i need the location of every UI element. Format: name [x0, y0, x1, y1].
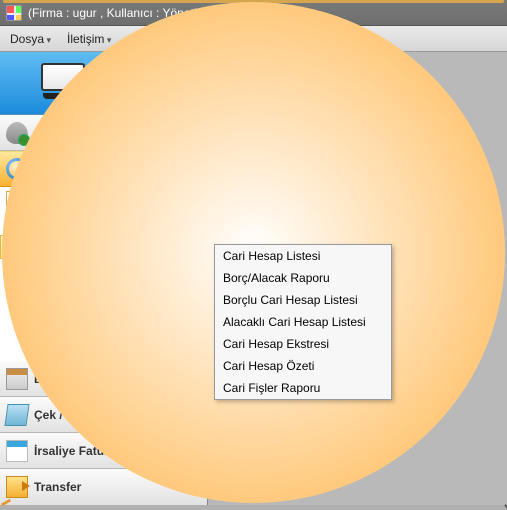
- app-window-icon: [6, 5, 22, 21]
- cari-raporlari-flyout: Cari Hesap Listesi Borç/Alacak Raporu Bo…: [214, 244, 392, 400]
- flyout-item-label: Cari Hesap Özeti: [223, 359, 314, 373]
- flyout-item[interactable]: Cari Fişler Raporu: [215, 377, 391, 399]
- cek-icon: [4, 404, 29, 426]
- flyout-item[interactable]: Borçlu Cari Hesap Listesi: [215, 289, 391, 311]
- irsaliye-icon: [6, 440, 28, 462]
- sidebar: PC POS Stok Cari Cari Kartlar Cari Fişle…: [0, 52, 208, 505]
- flyout-item-label: Borç/Alacak Raporu: [223, 271, 330, 285]
- flyout-item[interactable]: Cari Hesap Ekstresi: [215, 333, 391, 355]
- stok-icon: [6, 122, 28, 144]
- flyout-item-label: Cari Hesap Ekstresi: [223, 337, 329, 351]
- subitem-cari-raporlari[interactable]: Cari Raporları ▶: [0, 235, 207, 259]
- menu-dosya[interactable]: Dosya: [6, 30, 55, 48]
- flyout-item-label: Borçlu Cari Hesap Listesi: [223, 293, 358, 307]
- flyout-item-label: Cari Hesap Listesi: [223, 249, 320, 263]
- flyout-item-label: Cari Fişler Raporu: [223, 381, 320, 395]
- navgroup-label: Transfer: [34, 480, 81, 494]
- flyout-item[interactable]: Borç/Alacak Raporu: [215, 267, 391, 289]
- cari-sublist: Cari Kartlar Cari Fişler Cari Raporları …: [0, 187, 207, 259]
- flyout-item[interactable]: Cari Hesap Özeti: [215, 355, 391, 377]
- menu-iletisim[interactable]: İletişim: [63, 30, 115, 48]
- flyout-item[interactable]: Cari Hesap Listesi: [215, 245, 391, 267]
- transfer-icon: [6, 476, 28, 498]
- flyout-item[interactable]: Alacaklı Cari Hesap Listesi: [215, 311, 391, 333]
- report-magnifier-icon: [7, 239, 23, 255]
- banka-icon: [6, 368, 28, 390]
- flyout-item-label: Alacaklı Cari Hesap Listesi: [223, 315, 366, 329]
